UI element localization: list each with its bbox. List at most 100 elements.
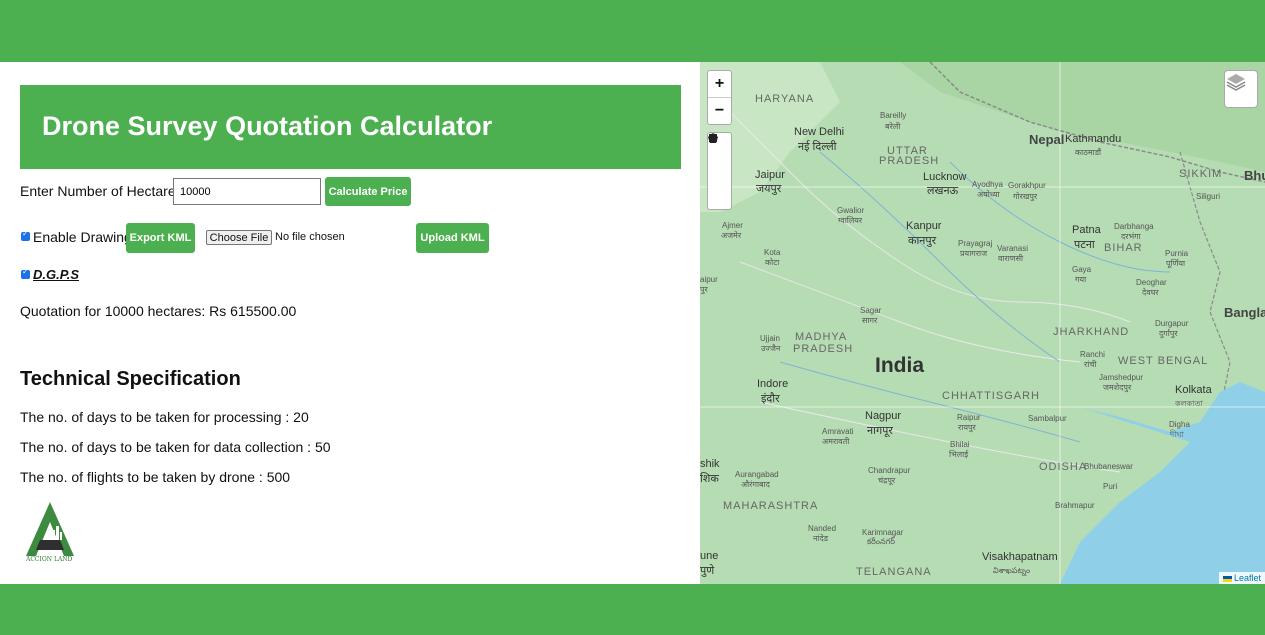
leaflet-link[interactable]: Leaflet bbox=[1234, 573, 1261, 583]
map-label-india: India bbox=[875, 354, 925, 377]
map-label-bareilly-hi: बरेली bbox=[885, 122, 901, 131]
map-label-visakhapatnam-te: విశాఖపట్నం bbox=[993, 566, 1030, 575]
map-label-haryana: HARYANA bbox=[755, 93, 815, 105]
zoom-in-button[interactable]: + bbox=[708, 71, 731, 97]
map-label-ranchi: Ranchi bbox=[1080, 350, 1105, 359]
map-label-patna-hi: पटना bbox=[1074, 239, 1095, 251]
collection-days-text: The no. of days to be taken for data col… bbox=[20, 439, 331, 455]
draw-rectangle-button[interactable] bbox=[708, 134, 731, 185]
zoom-out-button[interactable]: − bbox=[708, 97, 731, 123]
dgps-label: D.G.P.S bbox=[33, 267, 80, 282]
map-label-bhubaneswar: Bhubaneswar bbox=[1084, 462, 1133, 471]
map-label-kota-hi: कोटा bbox=[765, 258, 780, 267]
map-label-prayagraj: Prayagraj bbox=[958, 239, 993, 248]
map-label-darbhanga-hi: दरभंगा bbox=[1121, 232, 1141, 241]
map-label-sambalpur: Sambalpur bbox=[1028, 414, 1067, 423]
page-title: Drone Survey Quotation Calculator bbox=[42, 111, 493, 141]
map-label-indore: Indore bbox=[757, 378, 789, 390]
map-label-pradesh-up: PRADESH bbox=[879, 155, 940, 167]
map-label-pradesh-mp: PRADESH bbox=[793, 343, 854, 355]
map-label-udaipur-hi: पुर bbox=[700, 285, 708, 294]
file-status-text: No file chosen bbox=[275, 231, 345, 243]
draw-circle-button[interactable] bbox=[708, 133, 731, 211]
bottom-banner bbox=[0, 584, 1265, 635]
map-label-chandrapur-mr: चंद्रपूर bbox=[878, 476, 896, 485]
quotation-result: Quotation for 10000 hectares: Rs 615500.… bbox=[20, 303, 297, 319]
map-label-bhilai: Bhilai bbox=[950, 440, 970, 449]
map-label-amravati-mr: अमरावती bbox=[822, 437, 850, 446]
map-attribution[interactable]: Leaflet bbox=[1218, 572, 1265, 584]
choose-file-button[interactable]: Choose File bbox=[206, 230, 272, 245]
map-label-karimnagar: Karimnagar bbox=[862, 528, 904, 537]
calculator-panel: Drone Survey Quotation Calculator Enter … bbox=[0, 62, 700, 584]
map-label-jharkhand: JHARKHAND bbox=[1053, 326, 1130, 338]
map-label-lucknow-hi: लखनऊ bbox=[927, 185, 959, 197]
map-label-telangana: TELANGANA bbox=[856, 566, 932, 578]
map-label-durgapur-hi: दुर्गापुर bbox=[1159, 329, 1178, 338]
map-label-bhilai-hi: भिलाई bbox=[949, 450, 969, 459]
calculate-price-button[interactable]: Calculate Price bbox=[325, 177, 411, 206]
map-label-udaipur: aipur bbox=[700, 275, 718, 284]
map-label-lucknow: Lucknow bbox=[923, 171, 967, 183]
map-label-digha: Digha bbox=[1169, 420, 1190, 429]
map-label-jaipur: Jaipur bbox=[755, 169, 785, 181]
map-label-chhattisgarh: CHHATTISGARH bbox=[942, 390, 1040, 402]
map-label-sikkim: SIKKIM bbox=[1179, 168, 1223, 180]
map-label-kolkata: Kolkata bbox=[1175, 384, 1212, 396]
map-label-nashik-mr: शिक bbox=[700, 473, 719, 485]
dgps-checkbox[interactable] bbox=[21, 267, 30, 279]
map-label-kathmandu-ne: काठमाडौं bbox=[1075, 148, 1102, 157]
flights-text: The no. of flights to be taken by drone … bbox=[20, 469, 291, 485]
layers-icon bbox=[1226, 74, 1246, 91]
map-label-jamshedpur-hi: जमशेदपुर bbox=[1103, 383, 1132, 392]
map-label-prayagraj-hi: प्रयागराज bbox=[960, 249, 988, 258]
map-label-nashik: shik bbox=[700, 458, 720, 470]
map-label-jamshedpur: Jamshedpur bbox=[1099, 373, 1144, 382]
map-label-bhu: Bhu bbox=[1244, 168, 1265, 183]
map-label-madhya: MADHYA bbox=[795, 331, 848, 343]
map-label-purnia: Purnia bbox=[1165, 249, 1189, 258]
map-label-gaya-hi: गया bbox=[1075, 275, 1087, 284]
map-label-kanpur: Kanpur bbox=[906, 220, 942, 232]
map-label-kota: Kota bbox=[764, 248, 781, 257]
map-label-visakhapatnam: Visakhapatnam bbox=[982, 551, 1058, 563]
map-view[interactable]: HARYANA New Delhi नई दिल्ली Bareilly बरे… bbox=[700, 62, 1265, 584]
map-label-gwalior-hi: ग्वालियर bbox=[838, 216, 863, 225]
map-label-indore-hi: इंदौर bbox=[761, 393, 780, 405]
map-label-karimnagar-te: కరీంనగర్ bbox=[867, 537, 895, 546]
map-label-jaipur-hi: जयपुर bbox=[756, 183, 782, 195]
map-label-ajmer-hi: अजमेर bbox=[721, 231, 742, 240]
map-label-nagpur: Nagpur bbox=[865, 410, 902, 422]
map-label-nanded-mr: नांदेड bbox=[813, 534, 829, 543]
map-label-kolkata-bn: কলকাতা bbox=[1175, 399, 1203, 408]
map-label-nepal: Nepal bbox=[1029, 132, 1065, 147]
map-label-maharashtra: MAHARASHTRA bbox=[723, 500, 819, 512]
upload-kml-button[interactable]: Upload KML bbox=[416, 223, 489, 253]
map-label-purnia-hi: पूर्णिया bbox=[1166, 259, 1186, 268]
map-label-pune-mr: पुणे bbox=[700, 565, 715, 577]
map-label-kanpur-hi: कानपुर bbox=[908, 235, 937, 247]
map-label-ayodhya-hi: अयोध्या bbox=[977, 190, 1000, 199]
layers-button[interactable] bbox=[1224, 70, 1258, 108]
map-label-new-delhi-hi: नई दिल्ली bbox=[798, 141, 837, 153]
map-label-chandrapur: Chandrapur bbox=[868, 466, 911, 475]
ukraine-flag-icon bbox=[1222, 575, 1232, 582]
map-label-nanded: Nanded bbox=[808, 524, 837, 533]
enable-drawing-checkbox[interactable] bbox=[21, 229, 30, 241]
map-label-deoghar-hi: देवघर bbox=[1142, 288, 1159, 297]
draw-toolbar bbox=[707, 132, 732, 210]
zoom-control: + − bbox=[707, 70, 732, 125]
export-kml-button[interactable]: Export KML bbox=[126, 223, 195, 253]
map-label-amravati: Amravati bbox=[822, 427, 854, 436]
map-label-pune: une bbox=[700, 550, 719, 562]
logo-text: ACCION LAND bbox=[26, 556, 73, 563]
tech-spec-heading: Technical Specification bbox=[20, 368, 241, 390]
map-label-kathmandu: Kathmandu bbox=[1065, 133, 1122, 145]
map-label-gwalior: Gwalior bbox=[837, 206, 865, 215]
circle-icon bbox=[708, 133, 718, 143]
map-label-deoghar: Deoghar bbox=[1136, 278, 1167, 287]
map-label-gorakhpur-hi: गोरखपुर bbox=[1013, 192, 1038, 201]
hectares-input[interactable] bbox=[173, 178, 321, 205]
map-label-puri: Puri bbox=[1103, 482, 1118, 491]
map-label-digha-bn: দীঘা bbox=[1170, 430, 1184, 439]
